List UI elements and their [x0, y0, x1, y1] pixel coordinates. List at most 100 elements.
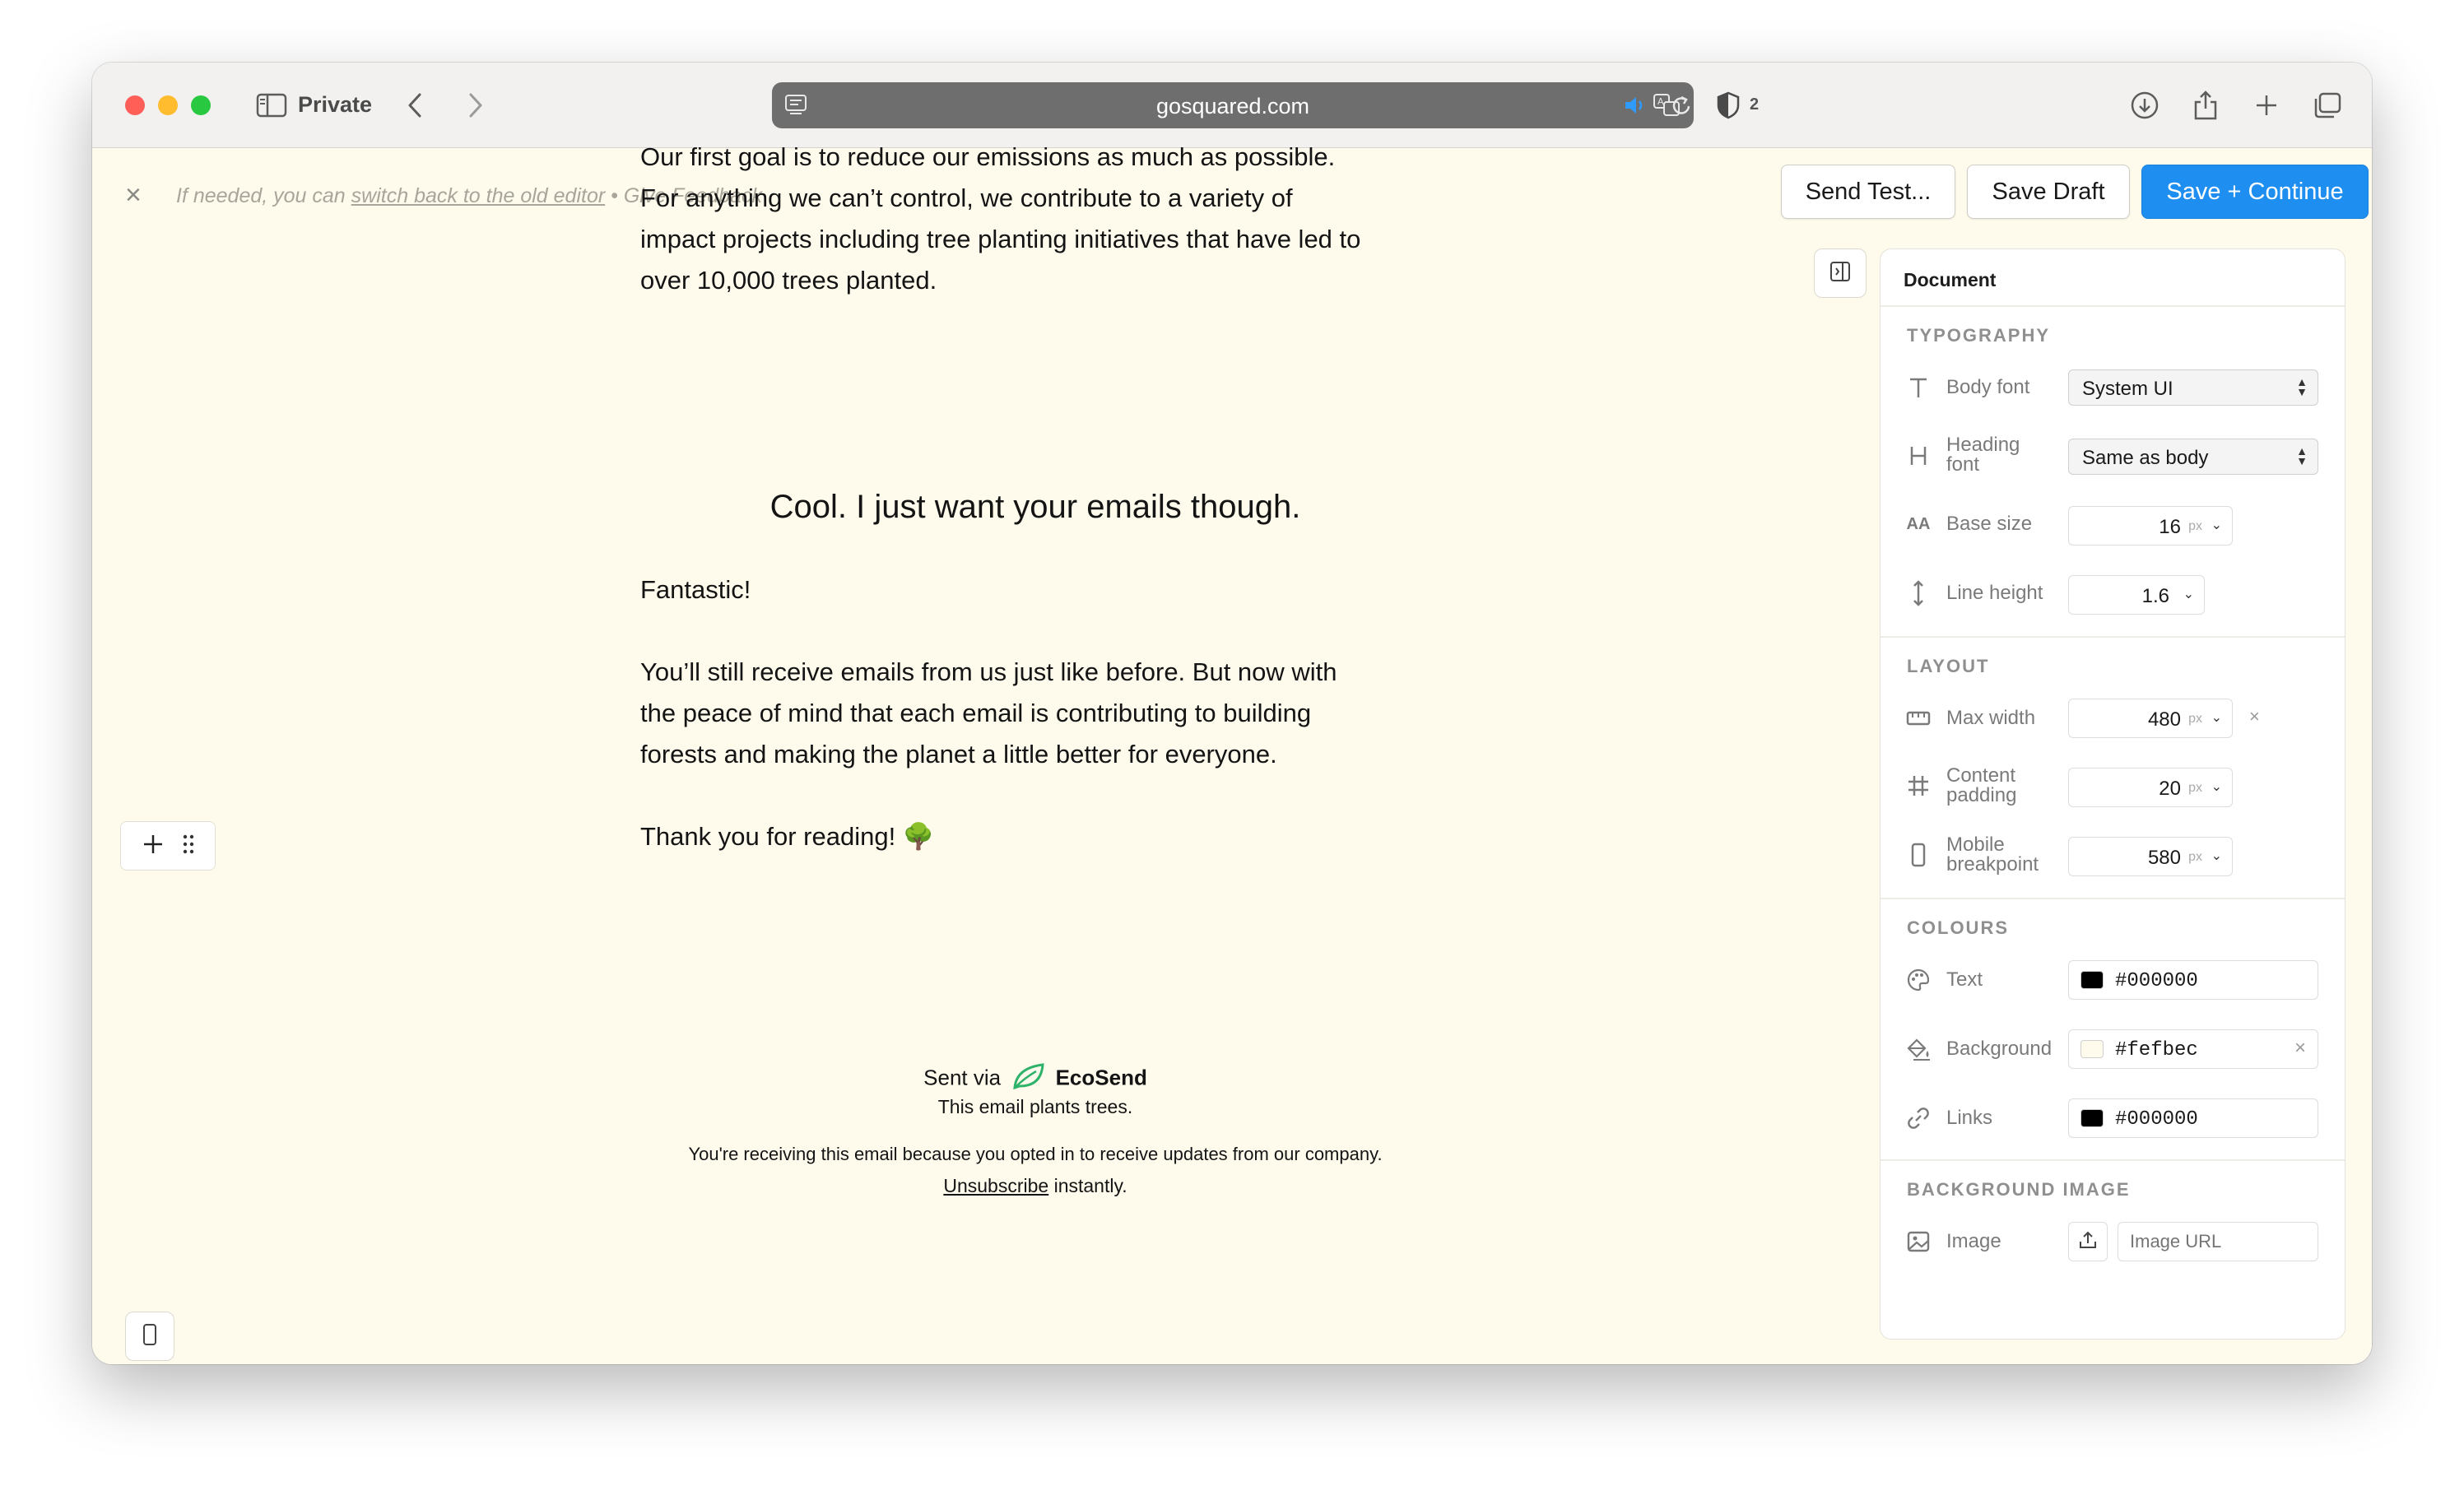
divider	[1881, 898, 2345, 899]
minimize-window-button[interactable]	[158, 95, 178, 115]
upload-image-button[interactable]	[2068, 1222, 2108, 1261]
paint-bucket-icon	[1905, 1036, 1932, 1062]
zoom-window-button[interactable]	[191, 95, 211, 115]
link-chain-icon	[1905, 1105, 1932, 1131]
panel-title: Document	[1904, 269, 1997, 290]
font-size-aa-icon: AA	[1906, 514, 1931, 533]
text-type-icon	[1905, 374, 1932, 401]
typography-section-title: TYPOGRAPHY	[1907, 325, 2051, 346]
links-colour-swatch[interactable]	[2080, 1109, 2104, 1127]
line-height-icon	[1905, 580, 1932, 606]
email-paragraph-fantastic[interactable]: Fantastic!	[640, 569, 1430, 611]
max-width-ruler-icon	[1905, 705, 1932, 731]
mobile-device-icon	[1905, 842, 1932, 868]
image-url-input[interactable]	[2118, 1222, 2318, 1261]
background-colour-swatch[interactable]	[2080, 1040, 2104, 1058]
select-arrows-icon: ▲ ▼	[2296, 444, 2308, 467]
forward-icon[interactable]	[459, 86, 492, 125]
divider	[1881, 636, 2345, 638]
address-text: gosquared.com	[1155, 94, 1310, 118]
private-mode-label: Private	[298, 92, 373, 117]
content-padding-label: Content padding	[1946, 764, 2017, 806]
email-paragraph-thanks[interactable]: Thank you for reading! 🌳	[640, 816, 1430, 857]
chevron-down-icon[interactable]: ⌄	[2183, 586, 2194, 602]
privacy-shield-icon[interactable]	[1712, 86, 1745, 125]
image-icon	[1905, 1228, 1932, 1255]
heading-font-label: Heading font	[1946, 434, 2020, 476]
line-height-input[interactable]: 1.6 ⌄	[2068, 575, 2205, 615]
add-block-icon[interactable]	[142, 833, 165, 860]
editor-canvas: × If needed, you can switch back to the …	[92, 142, 2372, 1364]
text-colour-label: Text	[1946, 968, 1983, 991]
colours-section-title: COLOURS	[1907, 917, 2009, 938]
ecosend-leaf-icon	[1011, 1061, 1046, 1097]
email-heading[interactable]: Cool. I just want your emails though.	[640, 489, 1430, 526]
layout-section-title: LAYOUT	[1907, 656, 1990, 676]
new-tab-icon[interactable]	[2248, 86, 2285, 125]
ecosend-brand[interactable]: EcoSend	[1056, 1065, 1147, 1089]
switch-editor-link[interactable]: switch back to the old editor	[351, 184, 606, 207]
mobile-phone-icon	[142, 1323, 158, 1350]
document-settings-panel: Document TYPOGRAPHY Body font System UI …	[1880, 248, 2345, 1340]
base-size-input[interactable]: 16 px ⌄	[2068, 506, 2233, 546]
chevron-down-icon[interactable]: ⌄	[2211, 709, 2222, 726]
padding-grid-icon	[1905, 773, 1932, 799]
tab-overview-icon[interactable]	[2309, 86, 2345, 125]
clear-background-icon[interactable]: ×	[2294, 1037, 2306, 1060]
opt-in-notice: You're receiving this email because you …	[688, 1144, 1383, 1164]
max-width-input[interactable]: 480 px ⌄	[2068, 699, 2233, 738]
close-window-button[interactable]	[125, 95, 145, 115]
save-continue-button[interactable]: Save + Continue	[2141, 165, 2369, 219]
body-font-select[interactable]: System UI ▲ ▼	[2068, 369, 2318, 406]
text-colour-swatch[interactable]	[2080, 971, 2104, 989]
refresh-icon[interactable]	[1669, 94, 1694, 123]
palette-icon	[1905, 967, 1932, 993]
mobile-preview-button[interactable]	[125, 1312, 174, 1361]
email-paragraph-2[interactable]: You’ll still receive emails from us just…	[640, 652, 1430, 775]
back-icon[interactable]	[398, 86, 431, 125]
mobile-breakpoint-input[interactable]: 580 px ⌄	[2068, 837, 2233, 876]
clear-max-width-icon[interactable]: ×	[2249, 706, 2260, 727]
line-height-label: Line height	[1946, 582, 2043, 604]
max-width-label: Max width	[1946, 707, 2036, 729]
email-paragraph-1[interactable]: Our first goal is to reduce our emission…	[640, 137, 1430, 301]
unsubscribe-link[interactable]: Unsubscribe	[943, 1175, 1048, 1196]
background-colour-input[interactable]: #fefbec ×	[2068, 1029, 2318, 1069]
speaker-icon[interactable]	[1623, 94, 1648, 121]
upload-icon	[2078, 1230, 2098, 1254]
image-label: Image	[1946, 1230, 2001, 1252]
body-font-label: Body font	[1946, 376, 2030, 398]
divider	[1881, 1159, 2345, 1161]
browser-toolbar: Private gosquared.com A 2	[92, 63, 2372, 148]
address-bar[interactable]: gosquared.com A	[772, 82, 1694, 128]
sent-via-line: Sent via EcoSend	[640, 1061, 1430, 1097]
content-padding-input[interactable]: 20 px ⌄	[2068, 768, 2233, 807]
heading-h-icon	[1905, 442, 1932, 468]
download-icon[interactable]	[2127, 86, 2163, 125]
drag-handle-icon[interactable]	[182, 834, 195, 859]
unsubscribe-line: Unsubscribe instantly.	[943, 1175, 1127, 1196]
share-icon[interactable]	[2187, 86, 2224, 125]
close-notice-icon[interactable]: ×	[125, 179, 142, 211]
links-colour-input[interactable]: #000000	[2068, 1098, 2318, 1138]
toggle-panel-button[interactable]	[1814, 248, 1867, 298]
chevron-down-icon[interactable]: ⌄	[2211, 847, 2222, 864]
chevron-down-icon[interactable]: ⌄	[2211, 778, 2222, 795]
panel-toggle-icon	[1829, 260, 1852, 287]
send-test-button[interactable]: Send Test...	[1781, 165, 1955, 219]
divider	[1881, 305, 2345, 307]
background-image-section-title: BACKGROUND IMAGE	[1907, 1179, 2131, 1200]
sidebar-icon[interactable]	[253, 86, 290, 125]
base-size-label: Base size	[1946, 513, 2033, 535]
background-colour-label: Background	[1946, 1038, 2053, 1060]
plants-trees-line: This email plants trees.	[937, 1096, 1133, 1117]
browser-window: Private gosquared.com A 2 × If needed, y…	[92, 63, 2372, 1364]
block-tools	[120, 821, 216, 871]
mobile-breakpoint-label: Mobile breakpoint	[1946, 834, 2039, 875]
heading-font-select[interactable]: Same as body ▲ ▼	[2068, 439, 2318, 475]
save-draft-button[interactable]: Save Draft	[1967, 165, 2130, 219]
select-arrows-icon: ▲ ▼	[2296, 375, 2308, 398]
svg-text:A: A	[1657, 96, 1664, 107]
text-colour-input[interactable]: #000000	[2068, 960, 2318, 1000]
chevron-down-icon[interactable]: ⌄	[2211, 517, 2222, 533]
